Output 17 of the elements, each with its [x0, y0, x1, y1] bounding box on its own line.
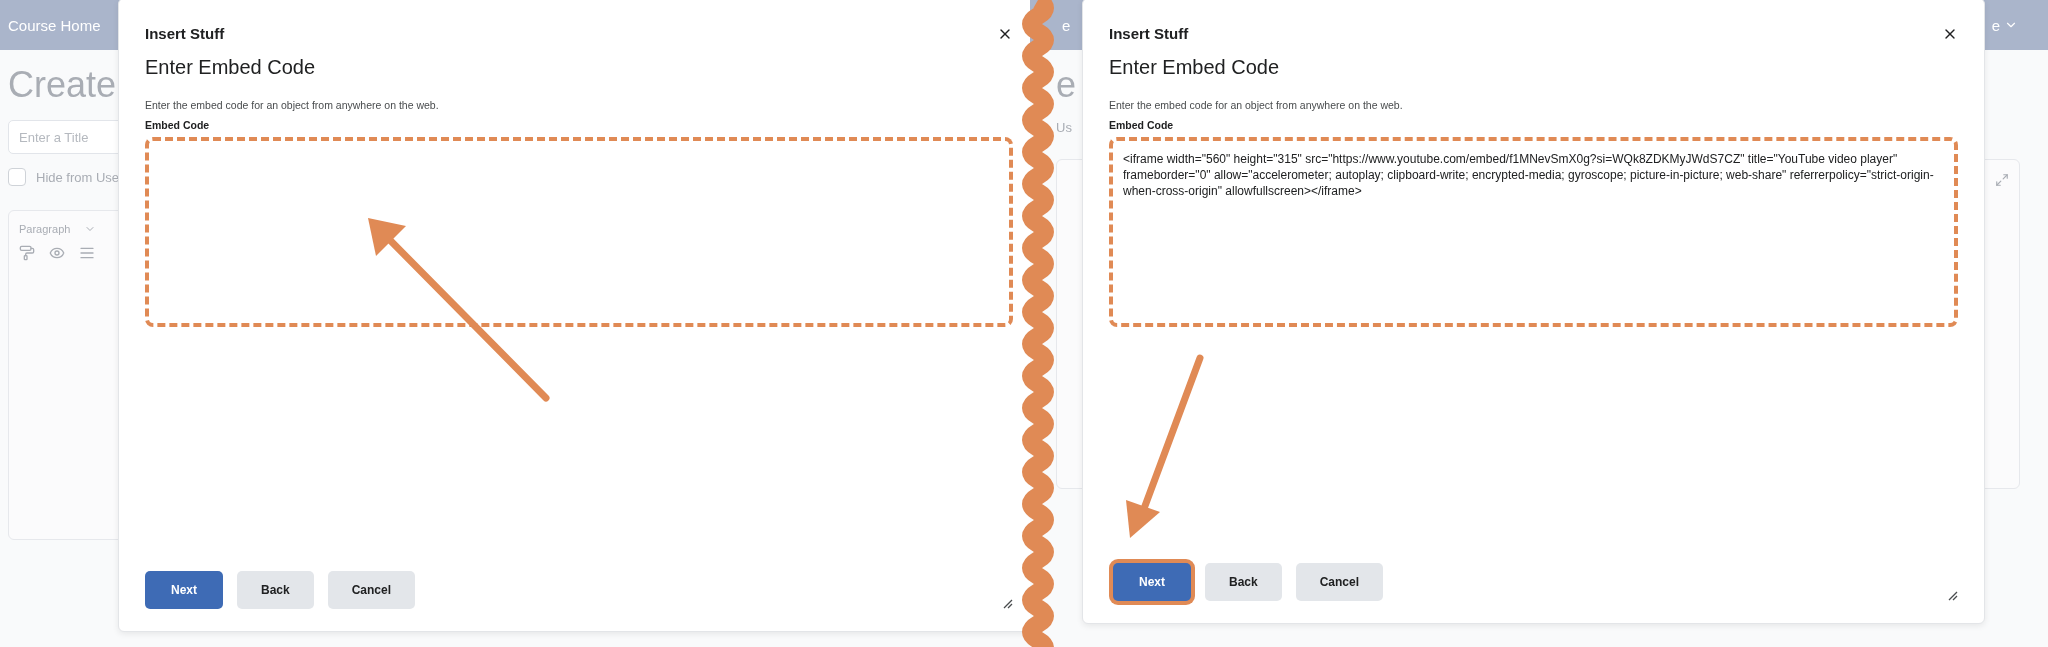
checkbox-label: Us [1056, 120, 1072, 135]
checkbox-label: Hide from Use [36, 169, 120, 185]
dialog-button[interactable]: Cancel [1295, 563, 1384, 601]
dialog-button[interactable]: Back [237, 571, 314, 609]
page-title: Create [8, 64, 117, 106]
page-title: e [1056, 64, 1077, 106]
field-label: Embed Code [1109, 119, 1175, 131]
next-button[interactable]: Next [145, 571, 223, 609]
dialog-button[interactable]: Back [1205, 563, 1282, 601]
dialog-heading: Enter Embed Code [1109, 56, 1281, 79]
dialog-heading: Enter Embed Code [145, 56, 317, 79]
dialog-title: Insert Stuff [1109, 25, 1189, 42]
dialog-title: Insert Stuff [145, 25, 225, 42]
embed-code-field[interactable]: <iframe width="560" height="315" src="https://www.youtube.com/embed/f1MNevSmX0g?si=WQk8ZDKMyJWdS7CZ" title="YouTube video player" frameborder="0" allow="accelerometer; autoplay; clipboard-write; encrypted-media; gyroscope; picture-in-picture; web-share" referrerpolicy="strict-origin-when-cross-origin" allowfullscreen></iframe> [1109, 137, 1958, 327]
dialog-description: Enter the embed code for an object from anywhere on the web. [1109, 99, 1404, 111]
dialog-description: Enter the embed code for an object from anywhere on the web. [145, 99, 440, 111]
dialog-button[interactable]: Cancel [327, 571, 416, 609]
